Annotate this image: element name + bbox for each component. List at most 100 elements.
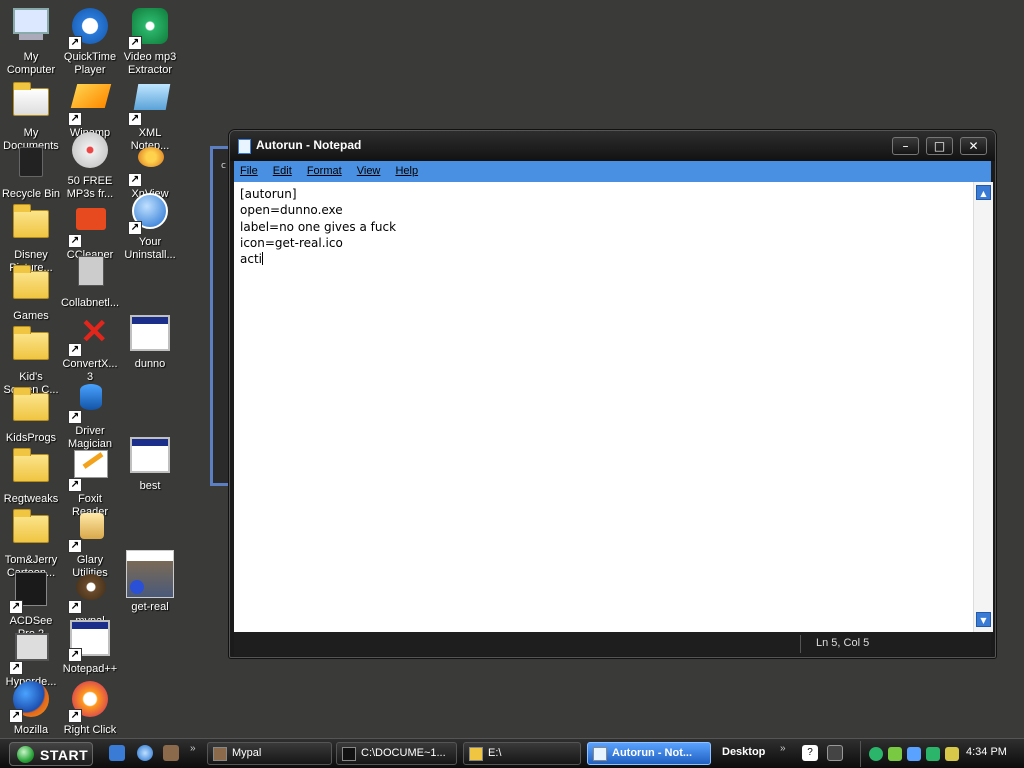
desktop-icon-driver-magician[interactable]: ↗ Driver Magician: [59, 378, 121, 451]
desktop-icon-quicktime[interactable]: ↗ QuickTime Player: [59, 4, 121, 77]
shortcut-arrow-icon: ↗: [68, 478, 82, 492]
desktop-icon-mozilla[interactable]: ↗ Mozilla: [0, 677, 62, 737]
hyperdesk-icon: ↗: [9, 629, 53, 675]
mypal-quicklaunch-icon[interactable]: [163, 745, 179, 761]
shortcut-arrow-icon: ↗: [68, 36, 82, 50]
menu-view[interactable]: View: [357, 161, 381, 182]
shortcut-arrow-icon: ↗: [9, 600, 23, 614]
shortcut-arrow-icon: ↗: [68, 410, 82, 424]
icon-label: 50 FREE MP3s fr...: [66, 175, 114, 200]
vertical-scrollbar[interactable]: ▲ ▼: [973, 182, 993, 632]
task-explorer[interactable]: E:\: [463, 742, 581, 765]
firefox-icon: ↗: [9, 677, 53, 723]
title-bar[interactable]: Autorun - Notepad – □ ✕: [230, 131, 995, 161]
text-line: [autorun]: [240, 187, 297, 201]
task-notepad[interactable]: Autorun - Not...: [587, 742, 711, 765]
desktop-icon-right-click[interactable]: ↗ Right Click: [59, 677, 121, 737]
mypal-icon: ↗: [68, 568, 112, 614]
shortcut-arrow-icon: ↗: [68, 112, 82, 126]
icon-label: best: [139, 480, 161, 492]
desktop-icon-my-computer[interactable]: My Computer: [0, 4, 62, 77]
current-line-text: acti: [240, 252, 262, 267]
tray-app-icon[interactable]: [926, 747, 940, 761]
video-mp3-extractor-icon: ↗: [128, 4, 172, 50]
desktop-icon-collabnet[interactable]: Collabnetl...: [59, 250, 121, 310]
menu-edit[interactable]: Edit: [273, 161, 292, 182]
clock[interactable]: 4:34 PM: [966, 746, 1007, 758]
quicklaunch-chevron[interactable]: »: [190, 743, 196, 754]
desktop-toolbar-chevron[interactable]: »: [780, 743, 786, 754]
desktop-icon-convertx[interactable]: ✕ ↗ ConvertX... 3: [59, 311, 121, 384]
shortcut-arrow-icon: ↗: [68, 343, 82, 357]
show-desktop-icon[interactable]: [109, 745, 125, 761]
menu-bar: File Edit Format View Help: [234, 161, 991, 182]
status-bar: Ln 5, Col 5: [234, 632, 991, 656]
icon-label: My Computer: [6, 51, 56, 76]
icon-label: Mozilla: [13, 724, 49, 736]
task-cmd[interactable]: C:\DOCUME~1...: [336, 742, 457, 765]
maximize-button[interactable]: □: [926, 137, 953, 155]
your-uninstaller-icon: ↗: [128, 189, 172, 235]
folder-icon: [9, 507, 53, 551]
start-label: START: [40, 747, 89, 763]
menu-file[interactable]: File: [240, 161, 258, 182]
folder-icon: [9, 446, 53, 490]
shortcut-arrow-icon: ↗: [128, 173, 142, 187]
notepad-window[interactable]: Autorun - Notepad – □ ✕ File Edit Format…: [229, 130, 996, 658]
icon-label: dunno: [134, 358, 166, 370]
internet-explorer-icon[interactable]: [137, 745, 153, 761]
desktop-icon-kidsprogs[interactable]: KidsProgs: [0, 385, 62, 445]
mp3s-icon: [68, 128, 112, 172]
notepadpp-icon: ↗: [68, 616, 112, 662]
tray-app-icon[interactable]: [907, 747, 921, 761]
icon-label: Regtweaks: [3, 493, 59, 505]
icon-label: QuickTime Player: [63, 51, 117, 76]
close-button[interactable]: ✕: [960, 137, 987, 155]
desktop-icon-best[interactable]: best: [119, 433, 181, 493]
recycle-bin-icon: [9, 141, 53, 185]
desktop-icon-dunno[interactable]: dunno: [119, 311, 181, 371]
taskbar: START » Mypal C:\DOCUME~1... E:\ Autorun…: [0, 738, 1024, 768]
convertx-icon: ✕ ↗: [68, 311, 112, 357]
help-icon[interactable]: ?: [802, 745, 818, 761]
scroll-down-button[interactable]: ▼: [976, 612, 991, 627]
winamp-icon: ↗: [68, 80, 112, 126]
desktop-icon-video-mp3[interactable]: ↗ Video mp3 Extractor: [119, 4, 181, 77]
minimize-button[interactable]: –: [892, 137, 919, 155]
folder-icon: [9, 202, 53, 246]
tray-app-icon[interactable]: [945, 747, 959, 761]
scroll-up-button[interactable]: ▲: [976, 185, 991, 200]
desktop-icon-recycle-bin[interactable]: Recycle Bin: [0, 141, 62, 201]
desktop-toolbar[interactable]: Desktop: [722, 746, 765, 758]
text-line-current: acti: [240, 251, 973, 267]
text-line: label=no one gives a fuck: [240, 219, 397, 234]
desktop-icon-notepadpp[interactable]: ↗ Notepad++: [59, 616, 121, 676]
status-divider: [800, 635, 801, 653]
restore-icon[interactable]: [827, 745, 843, 761]
menu-help[interactable]: Help: [395, 161, 418, 182]
collabnet-icon: [68, 250, 112, 294]
desktop-icon-mp3s[interactable]: 50 FREE MP3s fr...: [59, 128, 121, 201]
desktop-icon-get-real[interactable]: get-real: [119, 550, 181, 614]
desktop-icon-regtweaks[interactable]: Regtweaks: [0, 446, 62, 506]
foxit-reader-icon: ↗: [68, 446, 112, 492]
icon-label: Recycle Bin: [1, 188, 61, 200]
desktop-icon-your-uninstaller[interactable]: ↗ Your Uninstall...: [119, 189, 181, 262]
shortcut-arrow-icon: ↗: [68, 600, 82, 614]
task-label: Autorun - Not...: [612, 747, 693, 759]
start-button[interactable]: START: [9, 742, 93, 766]
folder-icon: [9, 385, 53, 429]
desktop-icon-games[interactable]: Games: [0, 263, 62, 323]
driver-magician-icon: ↗: [68, 378, 112, 424]
menu-format[interactable]: Format: [307, 161, 342, 182]
tray-app-icon[interactable]: [869, 747, 883, 761]
icon-label: Games: [13, 310, 49, 322]
shortcut-arrow-icon: ↗: [68, 539, 82, 553]
acdsee-icon: ↗: [9, 568, 53, 614]
folder-icon: [9, 263, 53, 307]
image-thumbnail-icon: [126, 550, 174, 598]
xnview-icon: ↗: [128, 141, 172, 187]
text-editor[interactable]: [autorun] open=dunno.exe label=no one gi…: [234, 182, 973, 632]
task-mypal[interactable]: Mypal: [207, 742, 332, 765]
tray-app-icon[interactable]: [888, 747, 902, 761]
